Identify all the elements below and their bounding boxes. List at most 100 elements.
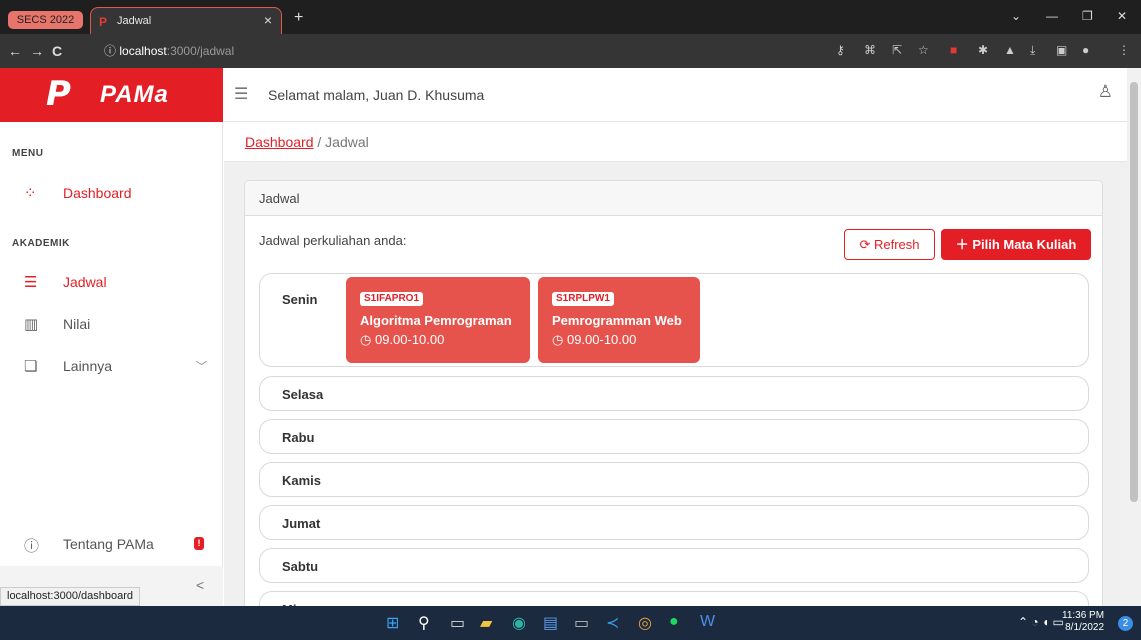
word-icon[interactable]: W	[700, 613, 715, 631]
puzzle-icon[interactable]: ✱	[978, 43, 988, 57]
browser-tab-jadwal[interactable]: P Jadwal ×	[90, 7, 282, 34]
sidebar-item-nilai[interactable]: ▥ Nilai	[0, 308, 223, 340]
breadcrumb-current: Jadwal	[325, 134, 369, 150]
bookmark-star-icon[interactable]: ☆	[918, 43, 929, 57]
day-row-senin: Senin S1IFAPRO1 Algoritma Pemrograman ◷ …	[259, 273, 1089, 367]
translate-icon[interactable]: ⌘	[864, 43, 876, 57]
spotify-icon[interactable]: ●	[669, 613, 679, 631]
refresh-button[interactable]: ⟳ Refresh	[844, 229, 935, 260]
chevron-down-icon: ﹀	[196, 361, 207, 373]
course-name: Algoritma Pemrograman	[360, 313, 512, 328]
clock-date: 8/1/2022	[1065, 622, 1105, 633]
profile-avatar[interactable]: ●	[1082, 43, 1089, 57]
sidebar-item-label: Nilai	[63, 316, 91, 332]
course-time: 09.00-10.00	[374, 332, 445, 347]
menu-kebab-icon[interactable]: ⋮	[1118, 43, 1130, 57]
copy-icon: ❏	[24, 358, 38, 375]
site-info-icon[interactable]: ⓘ	[104, 44, 116, 58]
grid-icon: ⁘	[24, 185, 37, 202]
browser-tab-bar: SECS 2022 P Jadwal × + ⌄ — ❐ ✕	[0, 0, 1141, 34]
address-bar[interactable]: ⓘ localhost:3000/jadwal	[104, 40, 904, 62]
scrollbar-thumb[interactable]	[1130, 82, 1138, 502]
pilih-mata-kuliah-button[interactable]: ＋ Pilih Mata Kuliah	[941, 229, 1091, 260]
url-path: :3000/jadwal	[166, 44, 235, 58]
plus-icon: ＋	[955, 237, 969, 252]
card-title: Jadwal	[259, 191, 300, 206]
course-time: 09.00-10.00	[566, 332, 637, 347]
tab-search-icon[interactable]: ⌄	[1011, 9, 1021, 23]
add-label: Pilih Mata Kuliah	[972, 237, 1077, 252]
app-brand[interactable]: P PAMa	[0, 68, 223, 122]
forward-button[interactable]: →	[30, 43, 44, 59]
breadcrumb-separator: /	[317, 134, 322, 150]
day-row-selasa: Selasa	[259, 376, 1089, 411]
course-card[interactable]: S1IFAPRO1 Algoritma Pemrograman ◷ 09.00-…	[346, 277, 530, 363]
card-header: Jadwal	[245, 181, 1102, 216]
sidebar-item-lainnya[interactable]: ❏ Lainnya ﹀	[0, 350, 223, 382]
sidepanel-icon[interactable]: ▣	[1056, 43, 1067, 57]
reload-button[interactable]: C	[52, 43, 62, 59]
clock-time: 11:36 PM	[1062, 610, 1105, 621]
app-name: PAMa	[100, 81, 169, 108]
day-name: Kamis	[282, 473, 322, 488]
course-code: S1IFAPRO1	[360, 292, 424, 306]
new-tab-button[interactable]: +	[294, 9, 303, 27]
user-icon[interactable]: ♙	[1098, 82, 1113, 102]
lab-icon[interactable]: ▲	[1004, 43, 1016, 57]
course-name: Pemrogramman Web	[552, 313, 682, 328]
sidebar-item-label: Tentang PAMa	[63, 536, 154, 552]
pama-logo-icon: P	[46, 74, 71, 114]
breadcrumb: Dashboard / Jadwal	[224, 122, 1127, 162]
store-icon[interactable]: ▤	[543, 613, 558, 633]
edge-icon[interactable]: ◉	[512, 613, 526, 633]
back-button[interactable]: ←	[8, 43, 22, 59]
sidebar-item-label: Lainnya	[63, 358, 113, 374]
download-icon[interactable]: ⤓	[1030, 43, 1035, 58]
list-icon: ☰	[24, 274, 38, 291]
terminal-icon[interactable]: ▭	[574, 613, 589, 633]
windows-start-icon[interactable]: ⊞	[386, 613, 399, 633]
system-tray-icons[interactable]: ⌃ ◔ ◖ ▭	[1018, 616, 1064, 628]
hamburger-icon[interactable]: ☰	[234, 84, 248, 104]
minimize-button[interactable]: —	[1046, 9, 1058, 23]
sidebar: MENU ⁘ Dashboard AKADEMIK ☰ Jadwal ▥ Nil…	[0, 122, 223, 606]
share-icon[interactable]: ⇱	[892, 43, 902, 57]
refresh-label: Refresh	[874, 237, 920, 252]
tab-close-icon[interactable]: ×	[264, 12, 272, 28]
chrome-icon[interactable]: ◎	[638, 613, 652, 633]
day-name: Sabtu	[282, 559, 319, 574]
extension-icon[interactable]: ■	[950, 43, 957, 57]
tab-group-chip[interactable]: SECS 2022	[8, 11, 83, 29]
clock-icon: ◷	[360, 332, 372, 347]
sidebar-item-dashboard[interactable]: ⁘ Dashboard	[0, 177, 223, 209]
favicon-icon: P	[99, 15, 108, 29]
file-explorer-icon[interactable]: ▰	[480, 613, 492, 633]
alert-badge: !	[194, 537, 204, 550]
sidebar-item-jadwal[interactable]: ☰ Jadwal	[0, 266, 223, 298]
course-card[interactable]: S1RPLPW1 Pemrogramman Web ◷ 09.00-10.00	[538, 277, 700, 363]
notification-badge[interactable]: 2	[1118, 616, 1133, 631]
page-scrollbar[interactable]	[1127, 68, 1141, 606]
browser-toolbar: ← → C ⓘ localhost:3000/jadwal ⚷ ⌘ ⇱ ☆ ■ …	[0, 34, 1141, 68]
day-name: Selasa	[282, 387, 324, 402]
search-icon[interactable]: ⚲	[418, 613, 430, 633]
vscode-icon[interactable]: ≺	[606, 613, 619, 633]
restore-button[interactable]: ❐	[1082, 9, 1093, 23]
card-subtitle: Jadwal perkuliahan anda:	[259, 233, 407, 248]
jadwal-card: Jadwal Jadwal perkuliahan anda: ⟳ Refres…	[244, 180, 1103, 626]
day-name: Jumat	[282, 516, 321, 531]
breadcrumb-dashboard-link[interactable]: Dashboard	[245, 134, 314, 150]
day-row-jumat: Jumat	[259, 505, 1089, 540]
sidebar-item-label: Jadwal	[63, 274, 107, 290]
url-host: localhost	[119, 44, 167, 58]
windows-taskbar: ⊞ ⚲ ▭ ▰ ◉ ▤ ▭ ≺ ◎ ● W ⌃ ◔ ◖ ▭ 11:36 PM 8…	[0, 606, 1141, 640]
sidebar-section-akademik: AKADEMIK	[12, 238, 70, 249]
clock[interactable]: 11:36 PM 8/1/2022	[1062, 610, 1104, 634]
day-name: Rabu	[282, 430, 315, 445]
key-icon[interactable]: ⚷	[836, 43, 845, 57]
info-icon: ⓘ	[24, 538, 40, 555]
task-view-icon[interactable]: ▭	[450, 613, 465, 633]
sidebar-item-tentang[interactable]: ⓘ Tentang PAMa !	[0, 528, 223, 560]
close-window-button[interactable]: ✕	[1117, 9, 1127, 23]
day-name: Senin	[282, 292, 318, 307]
